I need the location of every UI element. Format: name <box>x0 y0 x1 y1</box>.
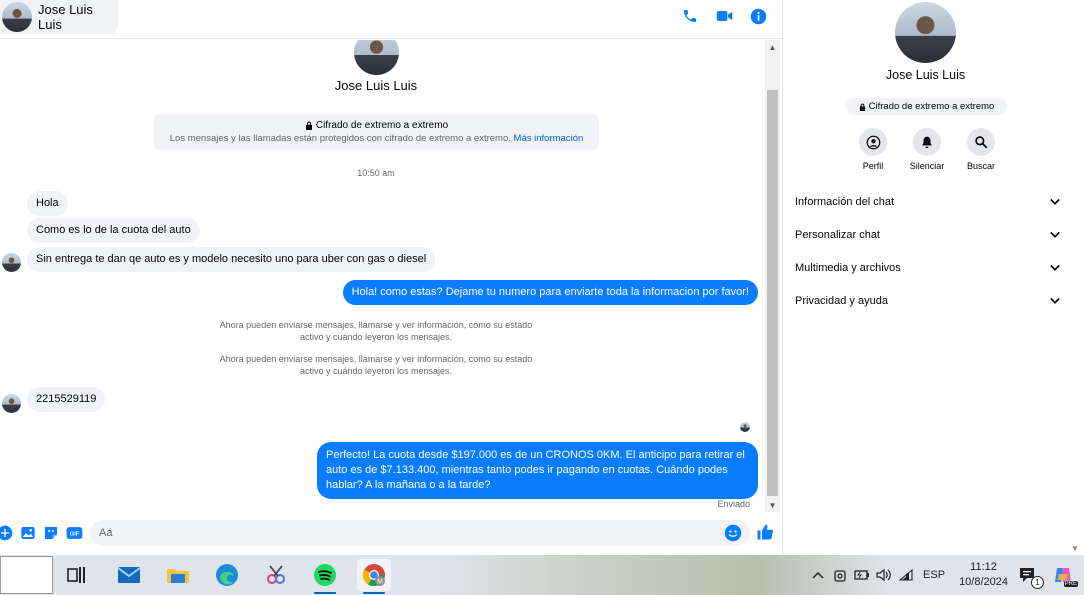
section-customize-chat[interactable]: Personalizar chat <box>795 218 1060 251</box>
chevron-down-icon <box>1050 198 1060 205</box>
wifi-icon[interactable] <box>895 564 917 586</box>
encryption-badge[interactable]: Cifrado de extremo a extremo <box>846 98 1007 115</box>
conversation-scrollbar[interactable]: ▲ ▼ <box>765 40 780 512</box>
system-message: Ahora pueden enviarse mensajes, llamarse… <box>219 320 533 342</box>
encryption-description: Los mensajes y las llamadas están proteg… <box>169 133 584 144</box>
edge-browser-icon[interactable] <box>210 559 244 591</box>
chrome-browser-icon[interactable]: M <box>357 559 391 594</box>
windows-taskbar: M ESP 11:12 10/8/2024 1 PRE <box>0 555 1084 595</box>
mail-app-icon[interactable] <box>112 559 146 591</box>
phone-icon[interactable] <box>680 6 700 26</box>
battery-icon[interactable] <box>851 564 873 586</box>
chevron-down-icon <box>1050 231 1060 238</box>
section-media-files[interactable]: Multimedia y archivos <box>795 251 1060 284</box>
system-message: Ahora pueden enviarse mensajes, llamarse… <box>219 354 533 376</box>
message-input-placeholder: Aa <box>99 527 113 539</box>
incoming-message[interactable]: 2215529119 <box>27 387 106 412</box>
clock-time: 11:12 <box>970 561 997 573</box>
profile-button[interactable]: Perfil <box>855 128 891 171</box>
encryption-title: Cifrado de extremo a extremo <box>154 120 599 131</box>
chevron-down-icon <box>1050 297 1060 304</box>
conversation: Jose Luis Luis Cifrado de extremo a extr… <box>0 40 764 513</box>
volume-icon[interactable] <box>873 564 895 586</box>
video-icon[interactable] <box>714 6 734 26</box>
camera-privacy-icon[interactable] <box>829 564 851 586</box>
snipping-tool-icon[interactable] <box>259 559 293 591</box>
lock-icon <box>859 103 865 111</box>
system-clock[interactable]: 11:12 10/8/2024 <box>959 560 1008 590</box>
read-receipt-avatar <box>740 422 750 432</box>
incoming-message[interactable]: Como es lo de la cuota del auto <box>27 218 200 243</box>
mute-button[interactable]: Silenciar <box>909 128 945 171</box>
scroll-down-arrow-icon[interactable]: ▼ <box>1071 544 1079 553</box>
encryption-notice: Cifrado de extremo a extremo Los mensaje… <box>154 114 599 150</box>
scroll-down-arrow-icon[interactable]: ▼ <box>765 498 780 512</box>
profile-avatar[interactable] <box>895 2 956 63</box>
contact-name[interactable]: Jose Luis Luis <box>38 2 118 32</box>
section-privacy-help[interactable]: Privacidad y ayuda <box>795 284 1060 317</box>
search-label: Buscar <box>966 161 995 171</box>
input-language[interactable]: ESP <box>923 569 945 581</box>
bell-icon[interactable] <box>913 128 941 156</box>
sent-status: Enviado <box>717 499 750 509</box>
search-icon[interactable] <box>967 128 995 156</box>
outgoing-message[interactable]: Hola! como estas? Dejame tu numero para … <box>342 280 758 305</box>
lock-icon <box>305 121 312 130</box>
mute-label: Silenciar <box>909 161 945 171</box>
active-app-indicator <box>363 592 385 594</box>
taskbar-search-box[interactable] <box>0 556 53 594</box>
copilot-preview-badge: PRE <box>1063 581 1078 587</box>
image-icon[interactable] <box>19 524 37 542</box>
incoming-message[interactable]: Sin entrega te dan qe auto es y modelo n… <box>27 247 436 272</box>
spotify-icon[interactable] <box>308 559 342 594</box>
emoji-icon[interactable] <box>724 524 742 542</box>
notification-count-badge: 1 <box>1031 576 1044 589</box>
sender-avatar[interactable] <box>2 394 21 413</box>
timestamp-separator: 10:50 am <box>357 168 395 178</box>
panel-scrollbar[interactable]: ▼ <box>1067 0 1084 555</box>
task-view-icon[interactable] <box>60 559 94 591</box>
section-chat-info[interactable]: Información del chat <box>795 185 1060 218</box>
conversation-avatar[interactable] <box>354 40 399 75</box>
header-actions <box>680 6 768 26</box>
sender-avatar[interactable] <box>2 253 21 272</box>
chevron-down-icon <box>1050 264 1060 271</box>
system-tray: ESP 11:12 10/8/2024 1 PRE <box>807 555 1084 595</box>
conversation-name: Jose Luis Luis <box>334 78 418 93</box>
profile-name: Jose Luis Luis <box>885 68 966 82</box>
details-sections: Información del chat Personalizar chat M… <box>795 185 1060 317</box>
scroll-thumb[interactable] <box>767 90 778 496</box>
chat-details-panel: Jose Luis Luis Cifrado de extremo a extr… <box>782 0 1067 555</box>
header-contact[interactable]: Jose Luis Luis <box>0 0 118 33</box>
copilot-icon[interactable]: PRE <box>1052 564 1078 587</box>
message-composer: GIF Aa <box>0 518 782 548</box>
profile-icon[interactable] <box>859 128 887 156</box>
message-input[interactable]: Aa <box>90 520 750 546</box>
chevron-up-icon[interactable] <box>807 564 829 586</box>
incoming-message[interactable]: Hola <box>27 191 68 216</box>
notification-icon[interactable]: 1 <box>1016 564 1044 589</box>
profile-actions: Perfil Silenciar Buscar <box>855 128 999 171</box>
active-app-indicator <box>314 592 336 594</box>
info-icon[interactable] <box>748 6 768 26</box>
contact-avatar[interactable] <box>2 1 32 32</box>
sticker-icon[interactable] <box>42 524 60 542</box>
like-icon[interactable] <box>756 523 776 543</box>
outgoing-message[interactable]: Perfecto! La cuota desde $197.000 es de … <box>317 442 758 499</box>
scroll-up-arrow-icon[interactable]: ▲ <box>765 40 780 54</box>
search-button[interactable]: Buscar <box>963 128 999 171</box>
svg-text:M: M <box>377 579 383 586</box>
profile-label: Perfil <box>862 161 884 171</box>
plus-icon[interactable] <box>0 524 14 542</box>
more-info-link[interactable]: Más información <box>514 133 584 144</box>
chat-header: Jose Luis Luis <box>0 0 782 39</box>
clock-date: 10/8/2024 <box>959 576 1008 588</box>
file-explorer-icon[interactable] <box>161 559 195 591</box>
svg-text:GIF: GIF <box>69 532 79 538</box>
gif-icon[interactable]: GIF <box>65 524 83 542</box>
